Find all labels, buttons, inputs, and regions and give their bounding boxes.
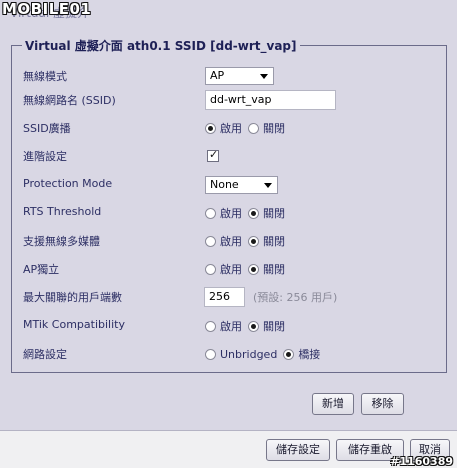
max-clients-row: 最大關聯的用戶端數 256 (預設: 256 用戶)	[23, 286, 443, 308]
protection-mode-label: Protection Mode	[23, 177, 113, 190]
add-button[interactable]: 新增	[312, 393, 354, 415]
mtik-label: MTik Compatibility	[23, 318, 125, 331]
ssid-broadcast-row: SSID廣播 啟用 關閉	[23, 117, 443, 139]
wmm-enable-label: 啟用	[220, 235, 242, 248]
rts-threshold-label: RTS Threshold	[23, 205, 102, 218]
rts-disable-label: 關閉	[263, 207, 285, 220]
bridged-radio[interactable]	[283, 348, 295, 360]
ssid-broadcast-label: SSID廣播	[23, 122, 71, 135]
mtik-row: MTik Compatibility 啟用 關閉	[23, 315, 443, 337]
mtik-enable-radio[interactable]	[205, 320, 216, 332]
panel-title: Virtual 虛擬介面 ath0.1 SSID [dd-wrt_vap]	[25, 39, 297, 53]
wireless-mode-value: AP	[210, 69, 225, 82]
advanced-row: 進階設定 ✓	[23, 145, 443, 167]
ssid-broadcast-enable-label: 啟用	[220, 122, 242, 135]
wmm-disable-radio[interactable]	[248, 235, 259, 247]
ap-isolation-row: AP獨立 啟用 關閉	[23, 258, 443, 280]
network-label: 網路設定	[23, 348, 67, 361]
rts-enable-radio[interactable]	[205, 207, 216, 219]
rts-disable-radio[interactable]	[248, 207, 259, 219]
rts-threshold-row: RTS Threshold 啟用 關閉	[23, 202, 443, 224]
protection-mode-select[interactable]: None	[205, 176, 278, 194]
mtik-disable-radio[interactable]	[248, 320, 259, 332]
max-clients-input[interactable]: 256	[204, 287, 245, 307]
mtik-enable-label: 啟用	[220, 320, 242, 333]
bottom-action-bar: 儲存設定 儲存重啟 取消 #1160389	[0, 430, 457, 468]
rts-enable-label: 啟用	[220, 207, 242, 220]
ap-isolation-disable-radio[interactable]	[248, 263, 259, 275]
wmm-disable-label: 關閉	[263, 235, 285, 248]
corner-id-watermark: #1160389	[390, 455, 453, 468]
advanced-label: 進階設定	[23, 150, 67, 163]
watermark-logo: MOBILE01	[2, 0, 92, 18]
advanced-checkbox[interactable]: ✓	[207, 148, 219, 162]
wireless-mode-label: 無線模式	[23, 70, 67, 83]
ap-isolation-label: AP獨立	[23, 263, 60, 276]
network-row: 網路設定 Unbridged 橋接	[23, 343, 443, 365]
unbridged-label: Unbridged	[220, 347, 278, 361]
settings-page: Virtual 虛擬介 MOBILE01 Virtual 虛擬介面 ath0.1…	[0, 0, 457, 468]
ap-isolation-enable-radio[interactable]	[205, 263, 216, 275]
ssid-row: 無線網路名 (SSID) dd-wrt_vap	[23, 89, 443, 111]
max-clients-label: 最大關聯的用戶端數	[23, 291, 122, 304]
ssid-input[interactable]: dd-wrt_vap	[205, 90, 336, 110]
save-button[interactable]: 儲存設定	[266, 439, 330, 461]
ap-isolation-disable-label: 關閉	[263, 263, 285, 276]
wireless-mode-row: 無線模式 AP	[23, 65, 443, 87]
ssid-broadcast-disable-radio[interactable]	[248, 122, 259, 134]
ssid-label: 無線網路名 (SSID)	[23, 94, 116, 107]
wmm-enable-radio[interactable]	[205, 235, 216, 247]
wmm-label: 支援無線多媒體	[23, 235, 100, 248]
protection-mode-value: None	[210, 178, 239, 191]
chevron-down-icon	[260, 74, 268, 79]
bridged-label: 橋接	[298, 348, 321, 361]
unbridged-radio[interactable]	[205, 348, 216, 360]
ap-isolation-enable-label: 啟用	[220, 263, 242, 276]
wmm-row: 支援無線多媒體 啟用 關閉	[23, 230, 443, 252]
max-clients-hint: (預設: 256 用戶)	[253, 291, 338, 304]
wireless-mode-select[interactable]: AP	[205, 67, 274, 85]
chevron-down-icon	[264, 183, 272, 188]
ssid-broadcast-enable-radio[interactable]	[205, 122, 216, 134]
ssid-broadcast-disable-label: 關閉	[263, 122, 285, 135]
checkmark-icon: ✓	[209, 148, 219, 161]
protection-mode-row: Protection Mode None	[23, 174, 443, 196]
remove-button[interactable]: 移除	[361, 393, 404, 415]
mtik-disable-label: 關閉	[263, 320, 285, 333]
